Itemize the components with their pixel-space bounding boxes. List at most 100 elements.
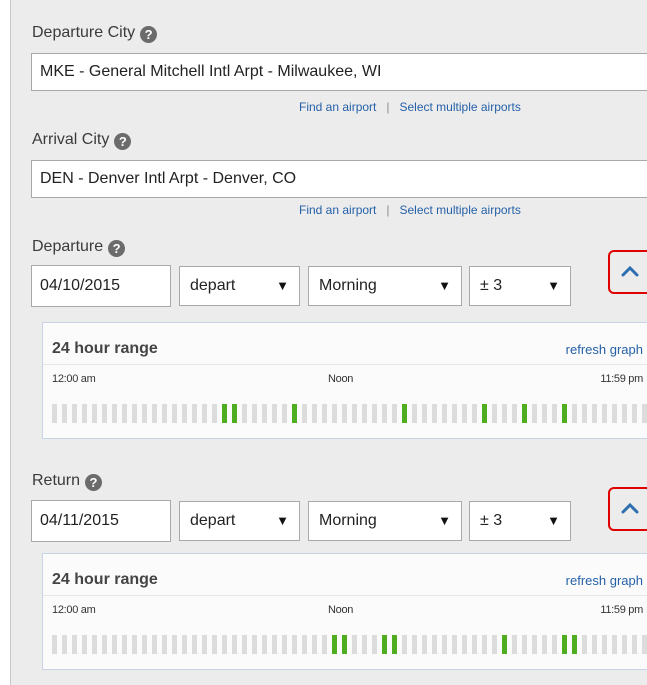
hour-slot[interactable]: [192, 635, 197, 654]
return-time-select[interactable]: Morning ▼: [308, 501, 462, 541]
hour-slot-active[interactable]: [482, 404, 487, 423]
hour-slot[interactable]: [202, 635, 207, 654]
hour-slot[interactable]: [122, 404, 127, 423]
hour-slot[interactable]: [412, 404, 417, 423]
hour-slot[interactable]: [312, 404, 317, 423]
hour-slot[interactable]: [432, 635, 437, 654]
hour-slot-active[interactable]: [562, 404, 567, 423]
hour-slot[interactable]: [332, 404, 337, 423]
hour-slot[interactable]: [442, 404, 447, 423]
hour-slot[interactable]: [552, 404, 557, 423]
hour-slot[interactable]: [402, 635, 407, 654]
departure-collapse-button[interactable]: [608, 250, 647, 294]
hour-slot[interactable]: [312, 635, 317, 654]
return-date-input[interactable]: 04/11/2015: [31, 500, 171, 542]
hour-slot[interactable]: [452, 635, 457, 654]
hour-slot[interactable]: [552, 635, 557, 654]
hour-slot[interactable]: [182, 404, 187, 423]
hour-slot[interactable]: [122, 635, 127, 654]
help-icon[interactable]: ?: [114, 133, 132, 150]
hour-slot[interactable]: [72, 635, 77, 654]
hour-slot[interactable]: [632, 635, 637, 654]
hour-slot[interactable]: [222, 635, 227, 654]
hour-slot[interactable]: [92, 635, 97, 654]
hour-slot[interactable]: [72, 404, 77, 423]
hour-slot[interactable]: [152, 404, 157, 423]
hour-slot[interactable]: [422, 404, 427, 423]
hour-slot[interactable]: [472, 404, 477, 423]
hour-slot[interactable]: [82, 635, 87, 654]
hour-slot-active[interactable]: [222, 404, 227, 423]
hour-slot[interactable]: [202, 404, 207, 423]
hour-slot[interactable]: [372, 404, 377, 423]
hour-slot[interactable]: [532, 635, 537, 654]
hour-slot-active[interactable]: [572, 635, 577, 654]
hour-slot[interactable]: [212, 404, 217, 423]
hour-slot[interactable]: [272, 635, 277, 654]
return-mode-select[interactable]: depart ▼: [179, 501, 300, 541]
hour-slot-active[interactable]: [292, 404, 297, 423]
departure-date-input[interactable]: 04/10/2015: [31, 265, 171, 307]
hour-slot[interactable]: [642, 404, 647, 423]
hour-slot[interactable]: [462, 404, 467, 423]
hour-slot[interactable]: [502, 404, 507, 423]
hour-slot[interactable]: [602, 404, 607, 423]
hour-slot-active[interactable]: [502, 635, 507, 654]
hour-slot-active[interactable]: [562, 635, 567, 654]
hour-slot-active[interactable]: [332, 635, 337, 654]
hour-slot[interactable]: [162, 635, 167, 654]
hour-slot[interactable]: [512, 404, 517, 423]
hour-slot[interactable]: [102, 404, 107, 423]
hour-slot[interactable]: [542, 404, 547, 423]
refresh-graph-link[interactable]: refresh graph: [566, 573, 643, 588]
hour-slot[interactable]: [362, 635, 367, 654]
hour-slot[interactable]: [632, 404, 637, 423]
hour-slot[interactable]: [512, 635, 517, 654]
hour-slot[interactable]: [52, 635, 57, 654]
hour-slot[interactable]: [382, 404, 387, 423]
hour-slot[interactable]: [472, 635, 477, 654]
hour-slot[interactable]: [582, 404, 587, 423]
hour-slot[interactable]: [362, 404, 367, 423]
hour-slot[interactable]: [452, 404, 457, 423]
hour-slot[interactable]: [192, 404, 197, 423]
return-flex-select[interactable]: ± 3 ▼: [469, 501, 571, 541]
hour-slot[interactable]: [612, 635, 617, 654]
hour-slot[interactable]: [642, 635, 647, 654]
hour-slot[interactable]: [112, 635, 117, 654]
select-multiple-airports-link[interactable]: Select multiple airports: [400, 203, 521, 217]
hour-slot[interactable]: [412, 635, 417, 654]
hour-slot[interactable]: [162, 404, 167, 423]
hour-slot[interactable]: [142, 635, 147, 654]
hour-slot-active[interactable]: [392, 635, 397, 654]
hour-slot[interactable]: [62, 404, 67, 423]
hour-slot[interactable]: [442, 635, 447, 654]
hour-slot[interactable]: [572, 404, 577, 423]
hour-slot[interactable]: [132, 635, 137, 654]
select-multiple-airports-link[interactable]: Select multiple airports: [400, 100, 521, 114]
hour-slot[interactable]: [302, 404, 307, 423]
arrival-city-input[interactable]: DEN - Denver Intl Arpt - Denver, CO: [31, 160, 647, 198]
hour-slot[interactable]: [262, 404, 267, 423]
hour-slot[interactable]: [172, 635, 177, 654]
hour-slot[interactable]: [142, 404, 147, 423]
find-airport-link[interactable]: Find an airport: [299, 100, 376, 114]
hour-slot[interactable]: [92, 404, 97, 423]
find-airport-link[interactable]: Find an airport: [299, 203, 376, 217]
hour-slot[interactable]: [622, 635, 627, 654]
hour-slot[interactable]: [352, 404, 357, 423]
hour-slot-active[interactable]: [522, 404, 527, 423]
hour-slot[interactable]: [252, 404, 257, 423]
hour-slot[interactable]: [292, 635, 297, 654]
departure-flex-select[interactable]: ± 3 ▼: [469, 266, 571, 306]
hour-slot[interactable]: [82, 404, 87, 423]
hour-slot[interactable]: [152, 635, 157, 654]
hour-slot[interactable]: [352, 635, 357, 654]
hour-slot[interactable]: [262, 635, 267, 654]
hour-slot[interactable]: [602, 635, 607, 654]
hour-slot[interactable]: [182, 635, 187, 654]
hour-slot[interactable]: [282, 635, 287, 654]
hour-slot[interactable]: [252, 635, 257, 654]
hour-slot[interactable]: [532, 404, 537, 423]
hour-slot[interactable]: [522, 635, 527, 654]
